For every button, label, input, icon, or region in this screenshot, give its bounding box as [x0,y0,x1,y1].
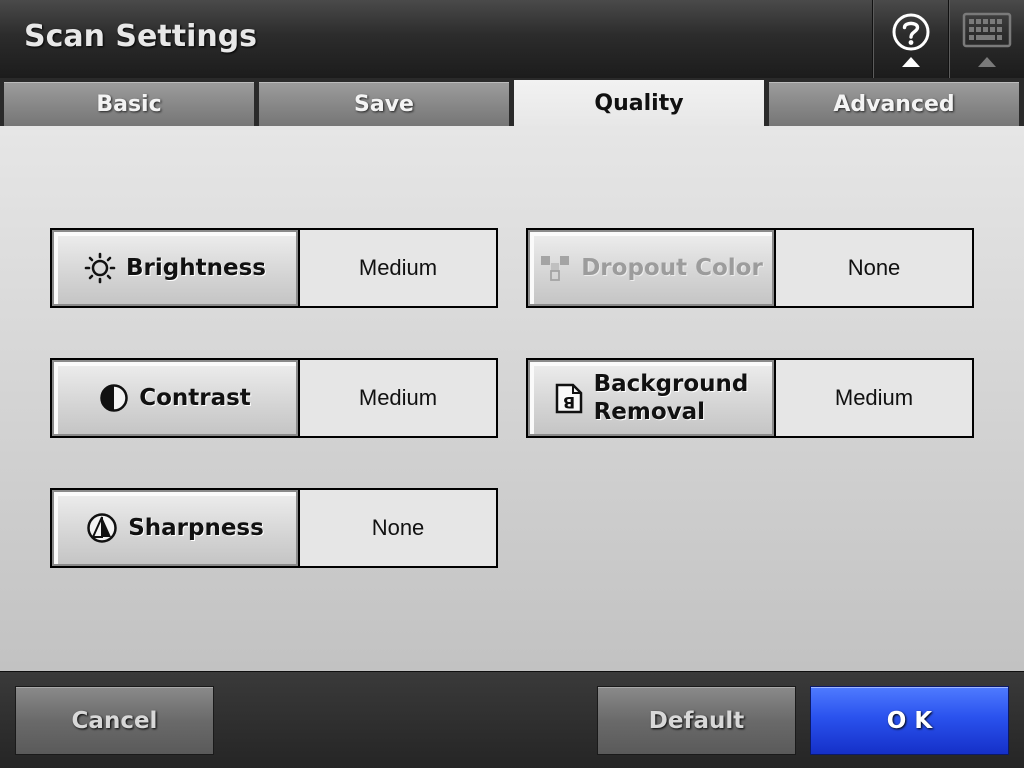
sharpness-icon [87,513,117,543]
background-removal-label-line2: Removal [593,399,706,425]
help-button[interactable] [872,0,948,78]
contrast-icon [100,384,128,412]
background-removal-setting: B Background Removal Medium [526,358,974,438]
contrast-setting: Contrast Medium [50,358,498,438]
keyboard-expand-arrow [977,57,996,67]
background-removal-icon: B [555,383,582,414]
help-icon [892,13,929,51]
window-title: Scan Settings [24,19,258,54]
quality-settings-panel: Brightness Medium Contrast Medium Sharpn… [0,126,1024,671]
svg-text:B: B [562,393,574,412]
tab-basic[interactable]: Basic [4,82,254,126]
brightness-label: Brightness [126,255,266,281]
contrast-button[interactable]: Contrast [52,360,300,436]
help-expand-arrow [901,57,920,67]
sharpness-button[interactable]: Sharpness [52,490,300,566]
sun-icon [84,252,116,284]
title-bar: Scan Settings [0,0,1024,78]
dropout-color-value: None [776,230,972,306]
cancel-button[interactable]: Cancel [15,686,214,755]
tab-save[interactable]: Save [259,82,509,126]
background-removal-label: Background Removal [594,370,749,426]
background-removal-button[interactable]: B Background Removal [528,360,776,436]
contrast-value: Medium [300,360,496,436]
background-removal-label-line1: Background [593,371,749,397]
brightness-button[interactable]: Brightness [52,230,300,306]
dropout-color-label: Dropout Color [581,255,763,281]
contrast-label: Contrast [139,385,251,411]
tab-quality[interactable]: Quality [514,80,764,126]
default-button[interactable]: Default [597,686,796,755]
brightness-setting: Brightness Medium [50,228,498,308]
keyboard-button[interactable] [948,0,1024,78]
keyboard-icon [962,12,1011,48]
brightness-value: Medium [300,230,496,306]
ok-button[interactable]: O K [810,686,1009,755]
sharpness-setting: Sharpness None [50,488,498,568]
dropout-color-setting: Dropout Color None [526,228,974,308]
dropout-color-icon [541,256,570,281]
sharpness-label: Sharpness [128,515,264,541]
tab-advanced[interactable]: Advanced [769,82,1019,126]
dropout-color-button[interactable]: Dropout Color [528,230,776,306]
sharpness-value: None [300,490,496,566]
background-removal-value: Medium [776,360,972,436]
